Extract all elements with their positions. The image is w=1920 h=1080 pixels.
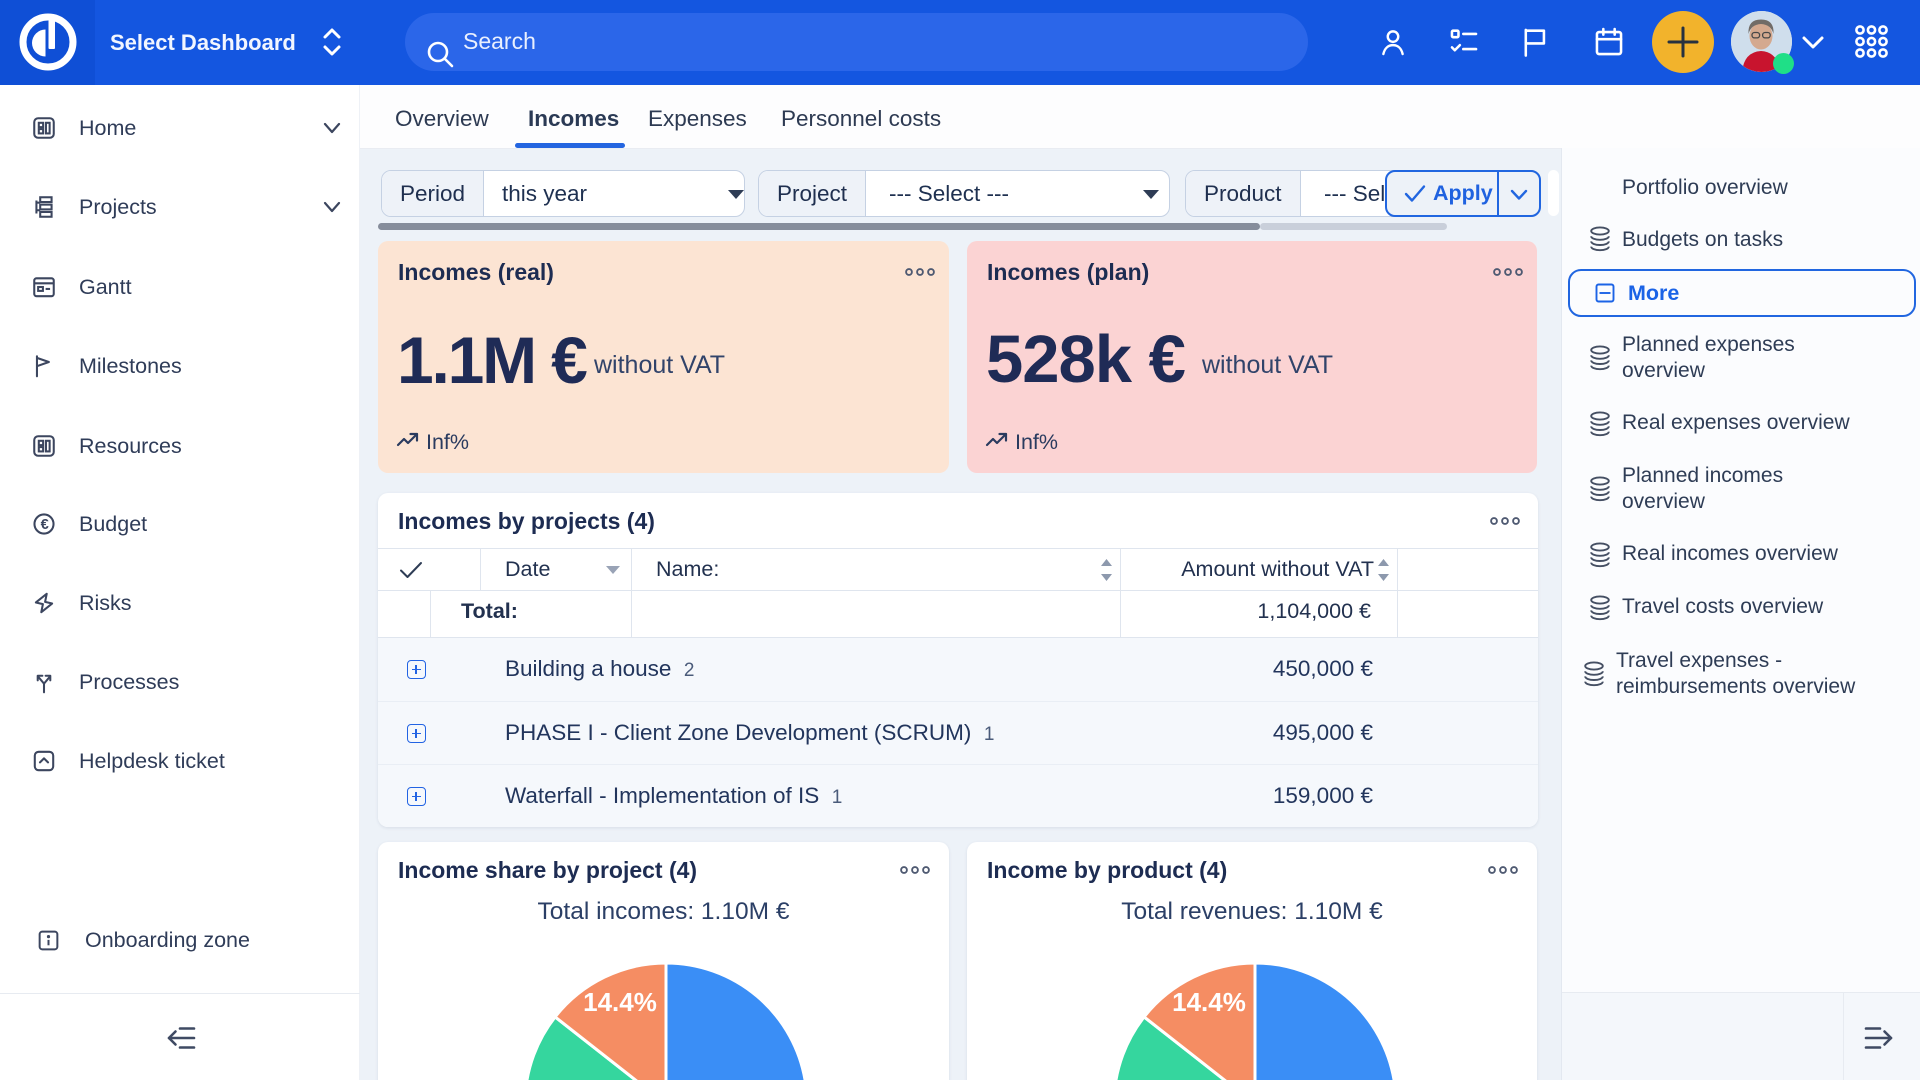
svg-text:44.9%: 44.9% — [733, 1075, 807, 1080]
svg-text:14.4%: 14.4% — [583, 987, 657, 1017]
svg-text:14.4%: 14.4% — [1172, 987, 1246, 1017]
svg-text:€: € — [41, 517, 49, 533]
svg-text:44.9%: 44.9% — [1322, 1075, 1396, 1080]
